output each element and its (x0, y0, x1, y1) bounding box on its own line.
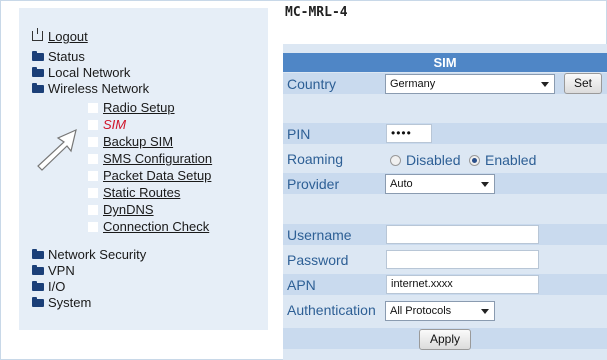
chevron-down-icon (541, 82, 549, 87)
logout-icon (32, 28, 43, 41)
username-field[interactable] (386, 225, 539, 244)
nav-label-io[interactable]: I/O (48, 280, 65, 294)
folder-icon (32, 67, 44, 77)
roaming-enabled-label[interactable]: Enabled (485, 152, 536, 168)
bullet-square (88, 120, 98, 130)
bullet-square (88, 188, 98, 198)
roaming-enabled-radio[interactable] (469, 155, 480, 166)
bullet-square (88, 205, 98, 215)
apply-button[interactable]: Apply (419, 329, 471, 350)
sub-label[interactable]: SIM (103, 118, 126, 132)
sub-label[interactable]: Radio Setup (103, 101, 175, 115)
provider-label: Provider (287, 176, 340, 192)
roaming-label: Roaming (287, 151, 344, 167)
sub-label[interactable]: SMS Configuration (103, 152, 212, 166)
nav-label-vpn[interactable]: VPN (48, 264, 75, 278)
pin-field[interactable]: •••• (386, 124, 432, 143)
chevron-down-icon (481, 182, 489, 187)
provider-select[interactable]: Auto (385, 174, 495, 194)
roaming-disabled-radio[interactable] (390, 155, 401, 166)
sub-label[interactable]: DynDNS (103, 203, 154, 217)
folder-icon (32, 249, 44, 259)
bullet-square (88, 103, 98, 113)
authentication-value: All Protocols (390, 305, 452, 317)
password-label: Password (287, 252, 349, 268)
folder-icon (32, 83, 44, 93)
nav-label-status[interactable]: Status (48, 50, 85, 64)
authentication-label: Authentication (287, 302, 376, 318)
nav-label-network-security[interactable]: Network Security (48, 248, 146, 262)
bullet-square (88, 171, 98, 181)
nav-label-logout[interactable]: Logout (48, 30, 88, 44)
roaming-disabled-label[interactable]: Disabled (406, 152, 460, 168)
device-model: MC-MRL-4 (285, 5, 348, 20)
nav-label-wireless-network[interactable]: Wireless Network (48, 82, 149, 96)
apn-field[interactable]: internet.xxxx (386, 275, 539, 294)
country-label: Country (287, 76, 337, 92)
bullet-square (88, 222, 98, 232)
sub-label[interactable]: Connection Check (103, 220, 209, 234)
folder-icon (32, 265, 44, 275)
mouse-pointer-icon (37, 128, 77, 171)
pin-label: PIN (287, 126, 311, 142)
sim-section-header: SIM (283, 53, 607, 72)
folder-icon (32, 297, 44, 307)
bullet-square (88, 154, 98, 164)
chevron-down-icon (481, 309, 489, 314)
password-field[interactable] (386, 250, 539, 269)
row-background (283, 123, 607, 144)
bullet-square (88, 137, 98, 147)
roaming-radio-group: Disabled Enabled (386, 151, 586, 169)
folder-icon (32, 51, 44, 61)
folder-icon (32, 281, 44, 291)
provider-value: Auto (390, 178, 413, 190)
nav-label-local-network[interactable]: Local Network (48, 66, 130, 80)
set-button[interactable]: Set (564, 73, 602, 94)
country-select[interactable]: Germany (385, 74, 555, 94)
sub-label[interactable]: Static Routes (103, 186, 180, 200)
sub-label[interactable]: Packet Data Setup (103, 169, 211, 183)
nav-label-system[interactable]: System (48, 296, 91, 310)
apn-label: APN (287, 277, 316, 293)
sub-label[interactable]: Backup SIM (103, 135, 173, 149)
country-value: Germany (390, 78, 436, 90)
username-label: Username (287, 227, 352, 243)
authentication-select[interactable]: All Protocols (385, 301, 495, 321)
